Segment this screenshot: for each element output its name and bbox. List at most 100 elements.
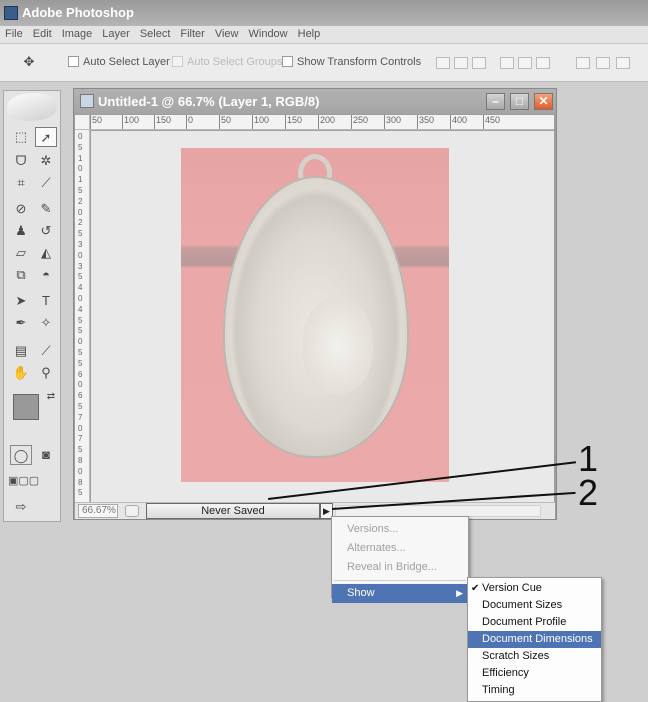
- eyedropper-icon[interactable]: ⟋: [35, 341, 57, 361]
- menu-item-show-label: Show: [347, 587, 375, 599]
- submenu-item-document-profile[interactable]: Document Profile: [468, 614, 601, 631]
- auto-select-groups-checkbox: Auto Select Groups: [172, 56, 282, 68]
- blur-icon[interactable]: ⧉: [10, 265, 32, 285]
- maximize-button[interactable]: □: [510, 93, 529, 110]
- show-transform-checkbox[interactable]: Show Transform Controls: [282, 56, 421, 68]
- ruler-tick-label: 2: [78, 218, 83, 228]
- pen-icon[interactable]: ✒: [10, 313, 32, 333]
- status-text[interactable]: Never Saved: [146, 503, 320, 519]
- menu-item-show[interactable]: Show ▶: [332, 584, 468, 603]
- canvas-area[interactable]: [91, 131, 554, 503]
- app-title: Adobe Photoshop: [22, 5, 134, 20]
- path-select-icon[interactable]: ➤: [10, 291, 32, 311]
- menu-filter[interactable]: Filter: [175, 26, 209, 43]
- slice-icon[interactable]: ⟋: [35, 173, 57, 193]
- menu-image[interactable]: Image: [57, 26, 98, 43]
- ruler-tick-label: 5: [78, 445, 83, 455]
- ruler-tick-label: 4: [78, 304, 83, 314]
- auto-select-layer-label: Auto Select Layer: [83, 56, 170, 68]
- ruler-tick-label: 0: [78, 337, 83, 347]
- auto-select-layer-checkbox[interactable]: Auto Select Layer: [68, 56, 170, 68]
- menu-item-versions: Versions...: [347, 523, 399, 535]
- crop-icon[interactable]: ⌗: [10, 173, 32, 193]
- ruler-tick-label: 150: [285, 115, 302, 129]
- ruler-tick-label: 1: [78, 153, 83, 163]
- quick-mask-icon[interactable]: ◙: [35, 445, 57, 465]
- ruler-tick-label: 300: [384, 115, 401, 129]
- ruler-tick-label: 3: [78, 261, 83, 271]
- ruler-tick-label: 450: [483, 115, 500, 129]
- marquee-icon[interactable]: ⬚: [10, 127, 32, 147]
- type-icon[interactable]: T: [35, 291, 57, 311]
- align-top-icon[interactable]: [436, 57, 450, 69]
- lasso-icon[interactable]: ᗜ: [10, 151, 32, 171]
- align-middle-icon[interactable]: [454, 57, 468, 69]
- ruler-tick-label: 5: [78, 272, 83, 282]
- healing-brush-icon[interactable]: ⊘: [10, 199, 32, 219]
- menu-select[interactable]: Select: [135, 26, 176, 43]
- distribute-middle-icon[interactable]: [596, 57, 610, 69]
- submenu-item-document-sizes[interactable]: Document Sizes: [468, 597, 601, 614]
- submenu-item-timing[interactable]: Timing: [468, 682, 601, 699]
- menu-view[interactable]: View: [210, 26, 244, 43]
- horizontal-ruler[interactable]: 50 100 150 0 50 100 150 200 250 300 350 …: [90, 115, 554, 130]
- ruler-tick-label: 6: [78, 369, 83, 379]
- menu-edit[interactable]: Edit: [28, 26, 57, 43]
- ruler-tick-label: 250: [351, 115, 368, 129]
- ruler-tick-label: 6: [78, 391, 83, 401]
- ruler-tick-label: 7: [78, 434, 83, 444]
- align-center-icon[interactable]: [518, 57, 532, 69]
- submenu-item-scratch-sizes[interactable]: Scratch Sizes: [468, 648, 601, 665]
- ruler-tick-label: 5: [78, 229, 83, 239]
- eraser-icon[interactable]: ▱: [10, 243, 32, 263]
- ruler-tick-label: 350: [417, 115, 434, 129]
- standard-mode-icon[interactable]: ◯: [10, 445, 32, 465]
- ruler-tick-label: 400: [450, 115, 467, 129]
- magic-wand-icon[interactable]: ✲: [35, 151, 57, 171]
- notes-icon[interactable]: ▤: [10, 341, 32, 361]
- distribute-top-icon[interactable]: [576, 57, 590, 69]
- submenu-arrow-icon: ▶: [456, 588, 463, 598]
- hand-icon[interactable]: ✋: [10, 363, 32, 383]
- menu-file[interactable]: File: [0, 26, 28, 43]
- menu-item-alternates: Alternates...: [347, 542, 406, 554]
- distribute-bottom-icon[interactable]: [616, 57, 630, 69]
- align-right-icon[interactable]: [536, 57, 550, 69]
- zoom-field[interactable]: 66.67%: [78, 504, 118, 518]
- document-title-bar: Untitled-1 @ 66.7% (Layer 1, RGB/8) – □ …: [74, 89, 556, 114]
- bucket-icon[interactable]: ◭: [35, 243, 57, 263]
- move-tool-icon[interactable]: ➚: [35, 127, 57, 147]
- shape-icon[interactable]: ✧: [35, 313, 57, 333]
- brush-icon[interactable]: ✎: [35, 199, 57, 219]
- submenu-item-efficiency[interactable]: Efficiency: [468, 665, 601, 682]
- jump-to-imageready-icon[interactable]: ⇨: [10, 497, 32, 517]
- minimize-button[interactable]: –: [486, 93, 505, 110]
- menu-window[interactable]: Window: [244, 26, 293, 43]
- zoom-icon[interactable]: ⚲: [35, 363, 57, 383]
- dodge-icon[interactable]: ◓: [35, 265, 57, 285]
- ruler-tick-label: 0: [186, 115, 193, 129]
- submenu-item-version-cue[interactable]: ✔ Version Cue: [468, 580, 601, 597]
- vertical-ruler[interactable]: 0510152025303540455055606570758085: [75, 130, 90, 502]
- ruler-origin[interactable]: [75, 115, 90, 130]
- align-bottom-icon[interactable]: [472, 57, 486, 69]
- swap-colors-icon[interactable]: ⇄: [40, 387, 62, 407]
- menu-item-reveal-in-bridge: Reveal in Bridge...: [347, 561, 437, 573]
- submenu-item-document-dimensions[interactable]: Document Dimensions: [468, 631, 601, 648]
- ruler-tick-label: 5: [78, 315, 83, 325]
- screen-mode-icon[interactable]: ▣▢▢: [8, 471, 39, 491]
- menu-layer[interactable]: Layer: [97, 26, 135, 43]
- ruler-tick-label: 150: [154, 115, 171, 129]
- ruler-tick-label: 5: [78, 186, 83, 195]
- move-tool-preset-icon[interactable]: ✥: [18, 52, 40, 72]
- foreground-color-swatch[interactable]: [13, 394, 39, 420]
- history-brush-icon[interactable]: ↺: [35, 221, 57, 241]
- ruler-tick-label: 0: [78, 207, 83, 217]
- submenu-item-label: Version Cue: [482, 582, 542, 594]
- align-left-icon[interactable]: [500, 57, 514, 69]
- close-button[interactable]: ✕: [534, 93, 553, 110]
- menu-help[interactable]: Help: [293, 26, 326, 43]
- toolbox-panel: ⬚ ➚ ᗜ ✲ ⌗ ⟋ ⊘ ✎ ♟ ↺ ▱ ◭ ⧉ ◓ ➤ T ✒ ✧ ▤ ⟋ …: [3, 90, 61, 522]
- stamp-icon[interactable]: ♟: [10, 221, 32, 241]
- ruler-tick-label: 0: [78, 250, 83, 260]
